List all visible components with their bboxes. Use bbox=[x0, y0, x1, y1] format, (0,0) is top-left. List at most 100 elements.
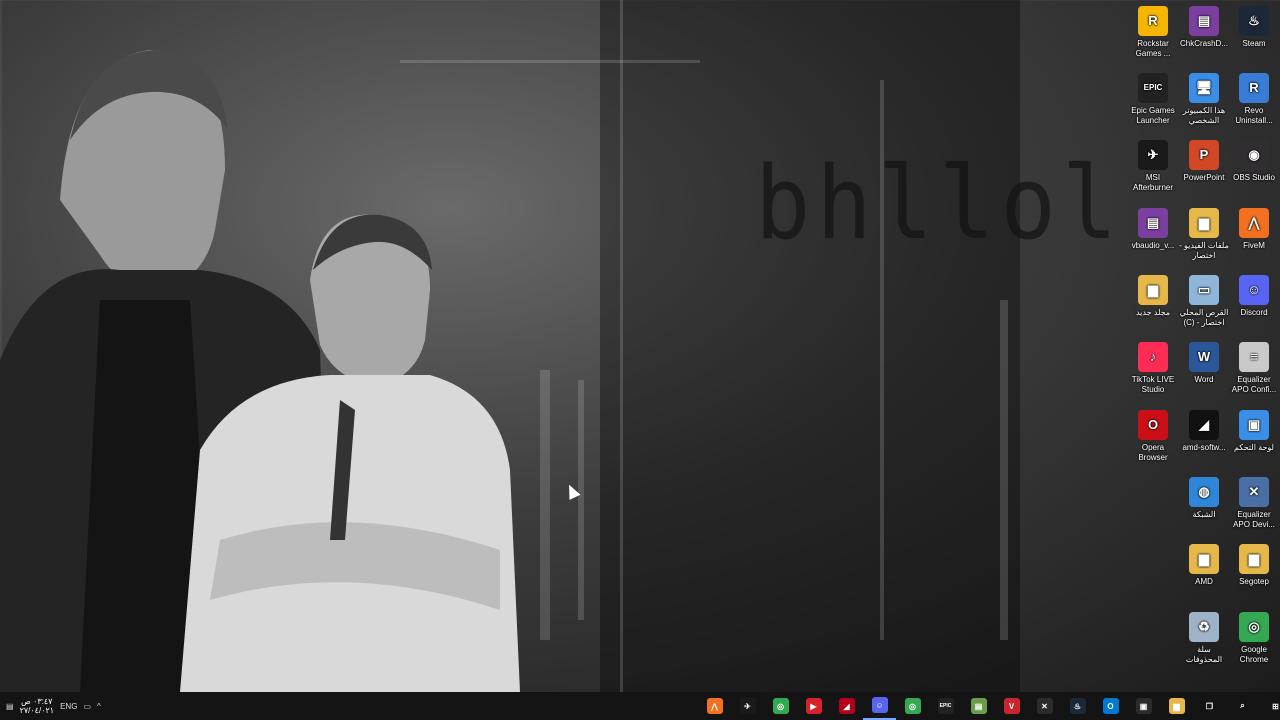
folder-shortcut-icon: ▆ bbox=[1189, 208, 1219, 238]
taskbar-app-store[interactable]: ▣ bbox=[1127, 692, 1160, 720]
desktop-icon-opera[interactable]: O Opera Browser bbox=[1127, 410, 1179, 463]
taskbar-app-tools[interactable]: ✕ bbox=[1028, 692, 1061, 720]
desktop-icon-folder[interactable]: ▆ Segotep bbox=[1228, 544, 1280, 587]
taskbar-app-screen-recorder[interactable]: ▶ bbox=[797, 692, 830, 720]
taskbar-app-task-view[interactable]: ❐ bbox=[1193, 692, 1226, 720]
taskbar-app-voicemod[interactable]: V bbox=[995, 692, 1028, 720]
desktop-icon-label: OBS Studio bbox=[1233, 173, 1275, 182]
store-icon: ▣ bbox=[1135, 698, 1152, 714]
desktop-icon-label: مجلد جديد bbox=[1135, 308, 1171, 317]
desktop-icon-tiktok[interactable]: ♪ TikTok LIVE Studio bbox=[1127, 342, 1179, 395]
desktop-icon-word[interactable]: W Word bbox=[1178, 342, 1230, 385]
chevron-up-icon[interactable]: ^ bbox=[97, 702, 101, 711]
system-tray: ▤ ٠٣:٤٧ ص ٢٧/٠٤/٠٢١ ENG ▭ ^ bbox=[0, 692, 101, 720]
taskbar-app-rockstar-launcher[interactable]: ◢ bbox=[830, 692, 863, 720]
taskbar-app-notepad[interactable]: ▤ bbox=[962, 692, 995, 720]
revo-uninstaller-icon: R bbox=[1239, 73, 1269, 103]
desktop-icon-fivem[interactable]: ⋀ FiveM bbox=[1228, 208, 1280, 251]
desktop-icon-label: Discord bbox=[1240, 308, 1268, 317]
taskbar-app-chrome[interactable]: ◎ bbox=[764, 692, 797, 720]
equalizer-config-icon: ≡ bbox=[1239, 342, 1269, 372]
taskbar: ▤ ٠٣:٤٧ ص ٢٧/٠٤/٠٢١ ENG ▭ ^ ⋀ ✈ ◎ ▶ ◢ ☺ ◎ EPIC ▤… bbox=[0, 692, 1280, 720]
desktop-icon-label: vbaudio_v... bbox=[1131, 241, 1175, 250]
desktop-icon-network[interactable]: ◍ الشبكة bbox=[1178, 477, 1230, 520]
epic-games-icon: EPIC bbox=[937, 698, 954, 714]
desktop-icon-local-disk[interactable]: ▭ القرص المحلي (C) - اختصار bbox=[1178, 275, 1230, 328]
desktop-icon-label: MSI Afterburner bbox=[1132, 173, 1174, 192]
folder-icon: ▆ bbox=[1239, 544, 1269, 574]
desktop-icon-chrome[interactable]: ◎ Google Chrome bbox=[1228, 612, 1280, 665]
taskbar-app-chrome[interactable]: ◎ bbox=[896, 692, 929, 720]
taskbar-app-msi-afterburner[interactable]: ✈ bbox=[731, 692, 764, 720]
control-panel-icon: ▣ bbox=[1239, 410, 1269, 440]
opera-icon: O bbox=[1138, 410, 1168, 440]
desktop-icon-label: Opera Browser bbox=[1138, 443, 1168, 462]
voicemod-icon: V bbox=[1003, 698, 1020, 714]
desktop-icon-winrar[interactable]: ▤ ChkCrashD... bbox=[1178, 6, 1230, 49]
clock[interactable]: ٠٣:٤٧ ص ٢٧/٠٤/٠٢١ bbox=[20, 697, 55, 715]
msi-afterburner-icon: ✈ bbox=[1138, 140, 1168, 170]
taskbar-app-fivem[interactable]: ⋀ bbox=[698, 692, 731, 720]
fivem-icon: ⋀ bbox=[706, 698, 723, 714]
desktop-icon-recycle-bin[interactable]: ♻ سلة المحذوفات bbox=[1178, 612, 1230, 665]
desktop-icon-label: Equalizer APO Confi... bbox=[1231, 375, 1277, 394]
taskbar-app-steam[interactable]: ♨ bbox=[1061, 692, 1094, 720]
desktop-icon-control-panel[interactable]: ▣ لوحة التحكم bbox=[1228, 410, 1280, 453]
search-icon: ⌕ bbox=[1234, 698, 1251, 714]
taskbar-app-discord[interactable]: ☺ bbox=[863, 692, 896, 720]
network-icon: ◍ bbox=[1189, 477, 1219, 507]
notification-icon[interactable]: ▤ bbox=[6, 702, 14, 711]
chrome-icon: ◎ bbox=[904, 698, 921, 714]
network-tray-icon[interactable]: ▭ bbox=[83, 702, 91, 711]
local-disk-icon: ▭ bbox=[1189, 275, 1219, 305]
obs-icon: ◉ bbox=[1239, 140, 1269, 170]
taskbar-app-epic-games[interactable]: EPIC bbox=[929, 692, 962, 720]
rockstar-launcher-icon: ◢ bbox=[838, 698, 855, 714]
language-indicator[interactable]: ENG bbox=[60, 702, 77, 711]
desktop-icon-label: Google Chrome bbox=[1239, 645, 1269, 664]
notepad-icon: ▤ bbox=[970, 698, 987, 714]
fivem-icon: ⋀ bbox=[1239, 208, 1269, 238]
taskbar-app-search[interactable]: ⌕ bbox=[1226, 692, 1259, 720]
discord-icon: ☺ bbox=[871, 697, 888, 713]
taskbar-app-file-explorer[interactable]: ▆ bbox=[1160, 692, 1193, 720]
desktop-icon-label: لوحة التحكم bbox=[1233, 443, 1274, 452]
desktop-icon-discord[interactable]: ☺ Discord bbox=[1228, 275, 1280, 318]
desktop-icon-epic-games[interactable]: EPIC Epic Games Launcher bbox=[1127, 73, 1179, 126]
desktop-icon-winrar[interactable]: ▤ vbaudio_v... bbox=[1127, 208, 1179, 251]
desktop-icon-powerpoint[interactable]: P PowerPoint bbox=[1178, 140, 1230, 183]
tools-icon: ✕ bbox=[1036, 698, 1053, 714]
taskbar-app-start[interactable]: ⊞ bbox=[1259, 692, 1280, 720]
chrome-icon: ◎ bbox=[772, 698, 789, 714]
discord-icon: ☺ bbox=[1239, 275, 1269, 305]
desktop-icon-folder[interactable]: ▆ مجلد جديد bbox=[1127, 275, 1179, 318]
desktop-icon-folder-shortcut[interactable]: ▆ ملفات الفيديو - اختصار bbox=[1178, 208, 1230, 261]
desktop-icon-this-pc[interactable]: 🖥 هذا الكمبيوتر الشخصي bbox=[1178, 73, 1230, 126]
taskbar-app-outlook[interactable]: O bbox=[1094, 692, 1127, 720]
desktop-icon-rockstar[interactable]: R Rockstar Games ... bbox=[1127, 6, 1179, 59]
rockstar-icon: R bbox=[1138, 6, 1168, 36]
desktop-icon-label: amd-softw... bbox=[1182, 443, 1226, 452]
desktop-icon-amd[interactable]: ◢ amd-softw... bbox=[1178, 410, 1230, 453]
file-explorer-icon: ▆ bbox=[1168, 698, 1185, 714]
desktop-icon-label: القرص المحلي (C) - اختصار bbox=[1179, 308, 1229, 327]
desktop-icon-label: هذا الكمبيوتر الشخصي bbox=[1182, 106, 1226, 125]
desktop-icon-label: Segotep bbox=[1239, 577, 1269, 586]
desktop-icon-msi-afterburner[interactable]: ✈ MSI Afterburner bbox=[1127, 140, 1179, 193]
desktop-icon-revo-uninstaller[interactable]: R Revo Uninstall... bbox=[1228, 73, 1280, 126]
desktop-icon-label: Equalizer APO Devi... bbox=[1233, 510, 1275, 529]
desktop-icon-obs[interactable]: ◉ OBS Studio bbox=[1228, 140, 1280, 183]
desktop-icon-label: FiveM bbox=[1243, 241, 1265, 250]
desktop-icon-equalizer-config[interactable]: ≡ Equalizer APO Confi... bbox=[1228, 342, 1280, 395]
wallpaper-brush-text: bhllol bbox=[755, 144, 1124, 263]
desktop-icon-steam[interactable]: ♨ Steam bbox=[1228, 6, 1280, 49]
portrait-right bbox=[180, 214, 520, 692]
winrar-icon: ▤ bbox=[1189, 6, 1219, 36]
desktop-icon-label: TikTok LIVE Studio bbox=[1131, 375, 1175, 394]
desktop-icon-folder[interactable]: ▆ AMD bbox=[1178, 544, 1230, 587]
desktop-icon-equalizer-device[interactable]: ✕ Equalizer APO Devi... bbox=[1228, 477, 1280, 530]
equalizer-device-icon: ✕ bbox=[1239, 477, 1269, 507]
steam-icon: ♨ bbox=[1069, 698, 1086, 714]
desktop-icon-label: الشبكة bbox=[1192, 510, 1216, 519]
amd-icon: ◢ bbox=[1189, 410, 1219, 440]
